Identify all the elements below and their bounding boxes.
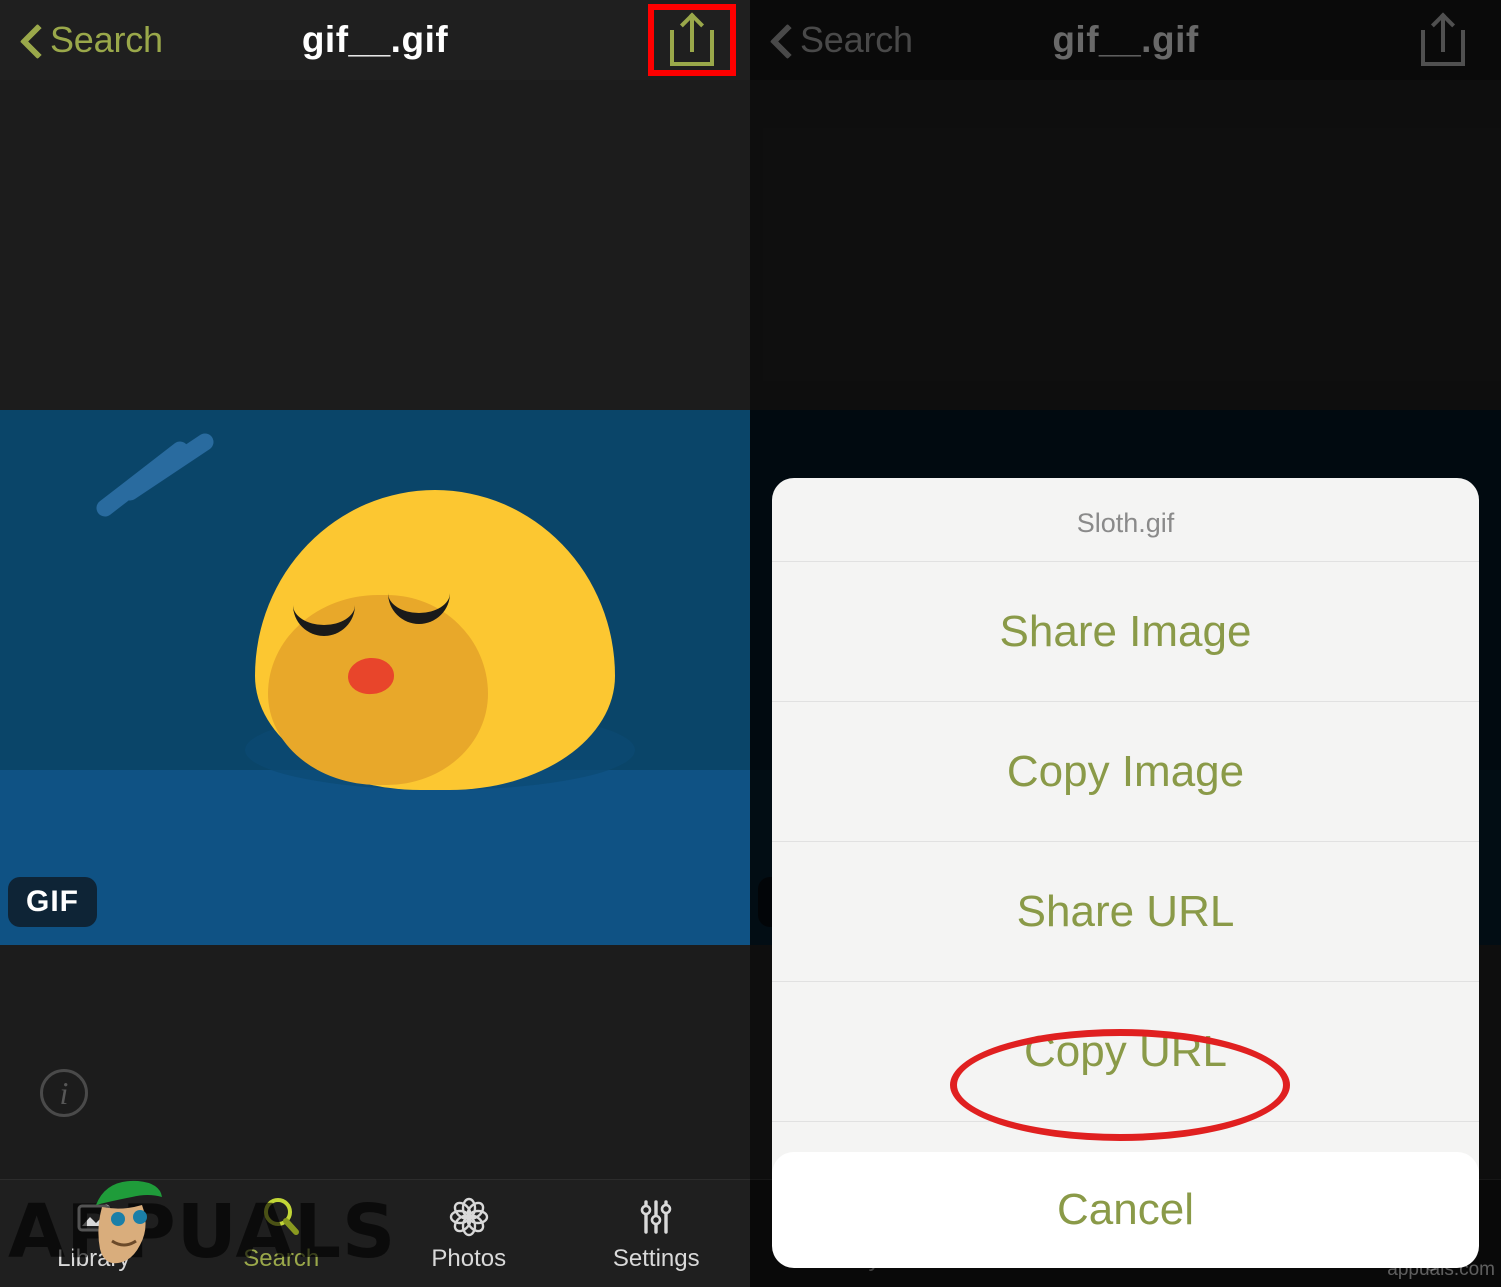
left-navbar: Search gif__.gif	[0, 0, 750, 80]
screenshot-pair: Search gif__.gif GIF i Library Search Ph…	[0, 0, 1501, 1287]
tab-settings-label: Settings	[612, 1244, 700, 1272]
share-button[interactable]	[648, 4, 736, 76]
tab-photos[interactable]: Photos	[375, 1195, 563, 1273]
action-share-url[interactable]: Share URL	[772, 842, 1479, 982]
tab-library-label: Library	[57, 1244, 131, 1272]
action-sheet: Sloth.gif Share Image Copy Image Share U…	[772, 478, 1479, 1261]
chevron-left-icon	[22, 23, 42, 57]
tab-photos-label: Photos	[431, 1244, 507, 1272]
sliders-icon	[634, 1195, 678, 1239]
action-sheet-title: Sloth.gif	[772, 478, 1479, 562]
action-copy-url[interactable]: Copy URL	[772, 982, 1479, 1122]
cancel-button[interactable]: Cancel	[772, 1152, 1479, 1268]
action-share-image[interactable]: Share Image	[772, 562, 1479, 702]
gif-badge: GIF	[8, 877, 97, 927]
sleep-zzz-icon	[96, 433, 214, 517]
photo-stack-icon	[72, 1195, 116, 1239]
tab-search-label: Search	[243, 1244, 320, 1272]
gif-ground	[0, 770, 750, 945]
action-copy-image[interactable]: Copy Image	[772, 702, 1479, 842]
page-title: gif__.gif	[301, 19, 449, 60]
left-screen: Search gif__.gif GIF i Library Search Ph…	[0, 0, 750, 1287]
left-tabbar: Library Search Photos Settings	[0, 1179, 750, 1287]
tab-search[interactable]: Search	[188, 1195, 376, 1273]
tab-library[interactable]: Library	[0, 1195, 188, 1273]
gif-preview[interactable]: GIF	[0, 410, 750, 945]
flower-icon	[447, 1195, 491, 1239]
back-button[interactable]: Search	[22, 19, 163, 61]
info-icon[interactable]: i	[40, 1069, 88, 1117]
share-icon	[670, 12, 714, 66]
left-content: GIF i	[0, 80, 750, 1179]
watermark-corner: appuals.com	[1387, 1259, 1495, 1280]
right-screen: Search gif__.gif GIF	[750, 0, 1501, 1287]
back-button-label: Search	[50, 19, 163, 60]
tab-settings[interactable]: Settings	[563, 1195, 751, 1273]
magnifier-icon	[259, 1195, 303, 1239]
